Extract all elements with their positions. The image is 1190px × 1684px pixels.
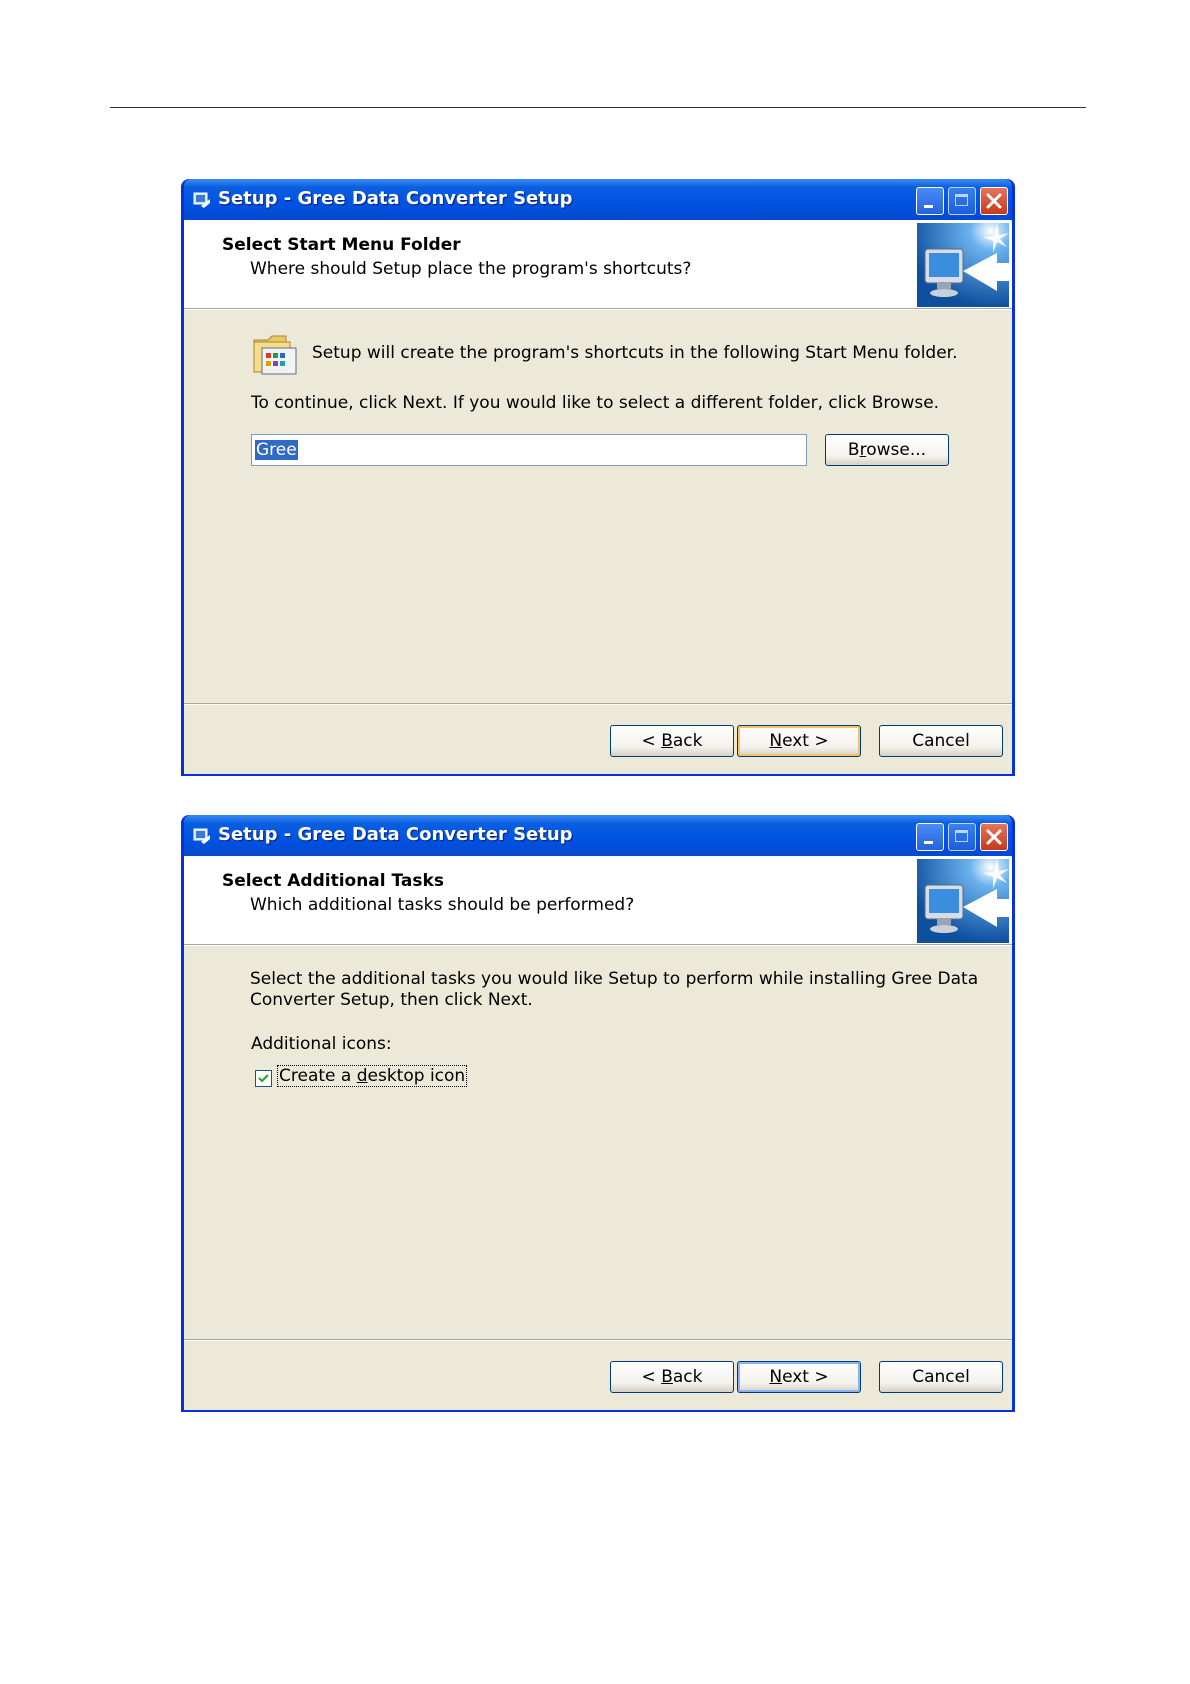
back-label-pre: < <box>641 1367 662 1387</box>
close-icon <box>986 193 1002 209</box>
instruction-text: To continue, click Next. If you would li… <box>251 393 940 413</box>
back-label-accel: B <box>661 1367 673 1387</box>
setup-app-icon <box>193 828 210 844</box>
browse-button[interactable]: Browse... <box>825 434 949 466</box>
intro-text-line2: Converter Setup, then click Next. <box>250 990 533 1010</box>
next-label-post: ext > <box>782 1367 829 1387</box>
browse-label-post: owse... <box>866 440 927 460</box>
wizard-body: Select the additional tasks you would li… <box>184 945 1012 1339</box>
next-button[interactable]: Next > <box>737 1361 861 1393</box>
wizard-header: Select Additional Tasks Which additional… <box>184 856 1012 945</box>
title-bar[interactable]: Setup - Gree Data Converter Setup <box>184 815 1012 856</box>
desktop-icon-checkbox[interactable] <box>255 1070 272 1087</box>
back-label-pre: < <box>641 731 662 751</box>
desktop-icon-label[interactable]: Create a desktop icon <box>276 1065 468 1087</box>
checkbox-label-pre: Create a <box>279 1066 357 1086</box>
back-label-post: ack <box>672 731 703 751</box>
checkbox-label-accel: d <box>356 1066 368 1086</box>
wizard-computer-icon <box>917 223 1009 307</box>
close-button[interactable] <box>980 187 1008 215</box>
setup-dialog-start-menu: Setup - Gree Data Converter Setup Select… <box>181 179 1015 776</box>
next-label-accel: N <box>769 1367 783 1387</box>
page-title: Select Additional Tasks <box>222 871 444 891</box>
intro-text-line1: Select the additional tasks you would li… <box>250 969 979 989</box>
minimize-button[interactable] <box>916 823 944 851</box>
maximize-button <box>948 187 976 215</box>
wizard-computer-icon <box>917 859 1009 943</box>
setup-app-icon <box>193 192 210 208</box>
wizard-header: Select Start Menu Folder Where should Se… <box>184 220 1012 309</box>
close-button[interactable] <box>980 823 1008 851</box>
additional-icons-label: Additional icons: <box>251 1034 392 1054</box>
page-subtitle: Which additional tasks should be perform… <box>250 895 635 915</box>
cancel-button[interactable]: Cancel <box>879 1361 1003 1393</box>
back-label-post: ack <box>672 1367 703 1387</box>
cancel-label: Cancel <box>912 1367 970 1387</box>
wizard-footer: < Back Next > Cancel <box>184 703 1012 774</box>
next-label-post: ext > <box>782 731 829 751</box>
back-button[interactable]: < Back <box>610 725 734 757</box>
start-menu-folder-icon <box>253 335 297 375</box>
setup-dialog-additional-tasks: Setup - Gree Data Converter Setup Select… <box>181 815 1015 1412</box>
info-text: Setup will create the program's shortcut… <box>312 343 958 363</box>
folder-input-value: Gree <box>255 440 298 460</box>
minimize-button[interactable] <box>916 187 944 215</box>
title-bar[interactable]: Setup - Gree Data Converter Setup <box>184 179 1012 220</box>
checkbox-label-post: esktop icon <box>367 1066 466 1086</box>
browse-label-pre: B <box>847 440 860 460</box>
back-label-accel: B <box>661 731 673 751</box>
cancel-button[interactable]: Cancel <box>879 725 1003 757</box>
window-title: Setup - Gree Data Converter Setup <box>218 188 573 209</box>
wizard-footer: < Back Next > Cancel <box>184 1339 1012 1410</box>
page-divider <box>110 107 1086 108</box>
page-subtitle: Where should Setup place the program's s… <box>250 259 692 279</box>
maximize-button <box>948 823 976 851</box>
wizard-body: Setup will create the program's shortcut… <box>184 309 1012 703</box>
page-title: Select Start Menu Folder <box>222 235 461 255</box>
checkmark-icon <box>258 1074 269 1083</box>
start-menu-folder-input[interactable]: Gree <box>251 434 807 466</box>
next-button[interactable]: Next > <box>737 725 861 757</box>
cancel-label: Cancel <box>912 731 970 751</box>
window-title: Setup - Gree Data Converter Setup <box>218 824 573 845</box>
next-label-accel: N <box>769 731 783 751</box>
back-button[interactable]: < Back <box>610 1361 734 1393</box>
close-icon <box>986 829 1002 845</box>
